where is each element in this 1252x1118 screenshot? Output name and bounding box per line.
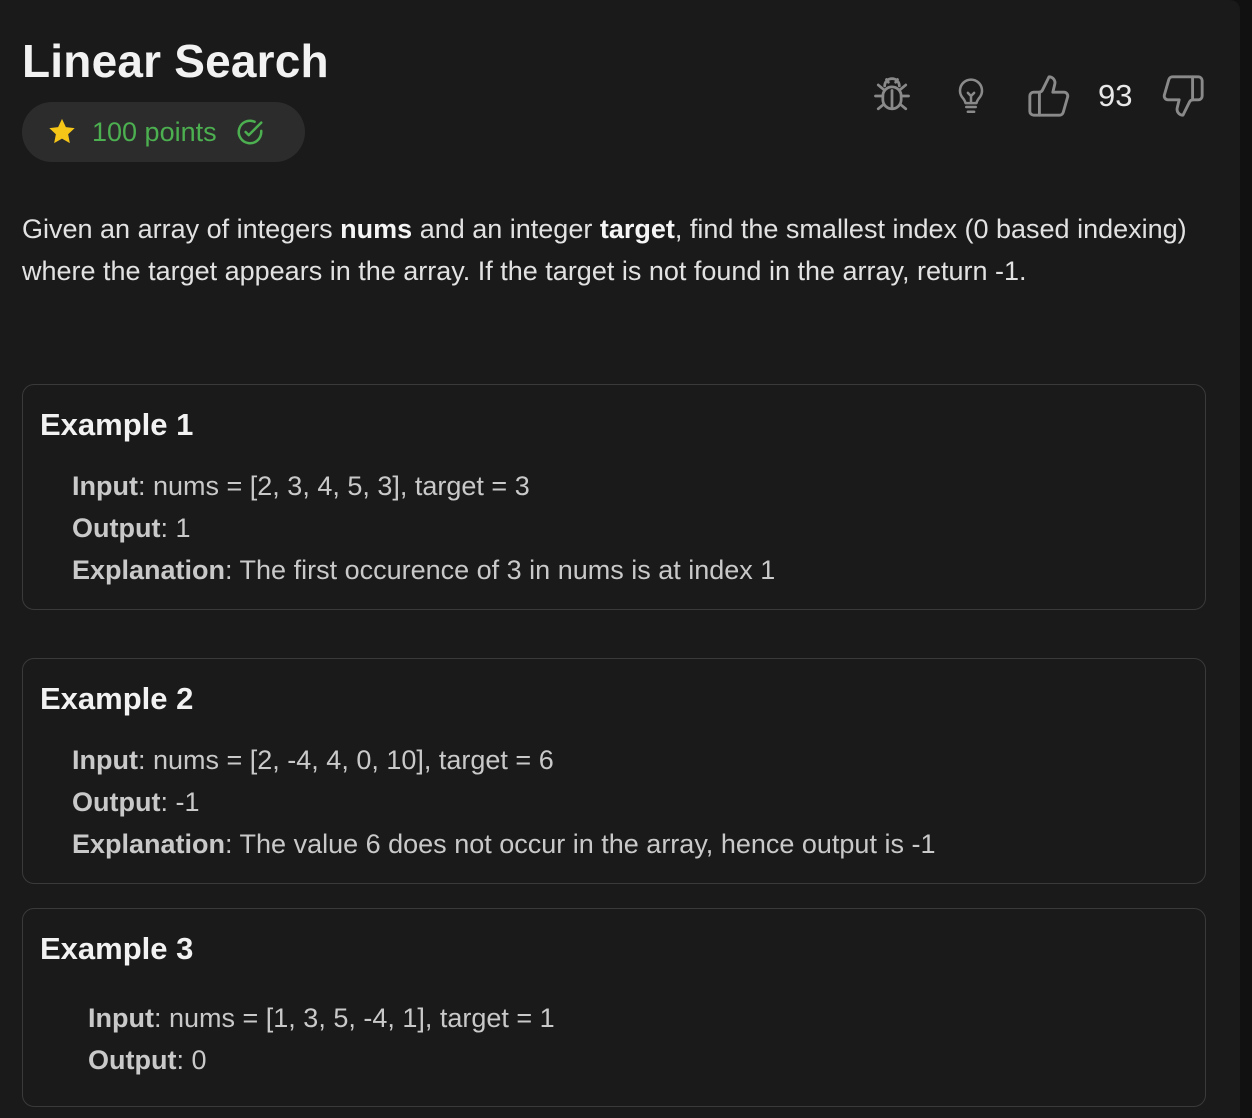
- points-label: 100 points: [92, 116, 217, 147]
- example-input: Input: nums = [2, -4, 4, 0, 10], target …: [72, 745, 554, 776]
- description-text: and an integer: [412, 214, 600, 244]
- input-value: : nums = [2, -4, 4, 0, 10], target = 6: [137, 745, 554, 775]
- input-value: : nums = [1, 3, 5, -4, 1], target = 1: [153, 1003, 555, 1033]
- example-input: Input: nums = [2, 3, 4, 5, 3], target = …: [72, 471, 530, 502]
- input-label: Input: [88, 1003, 154, 1033]
- problem-panel: Linear Search 100 points 93 Given an arr…: [0, 0, 1240, 1118]
- like-count: 93: [1098, 78, 1133, 113]
- star-icon: [49, 118, 75, 144]
- example-output: Output: 1: [72, 513, 191, 544]
- points-badge: 100 points: [22, 102, 305, 162]
- example-title: Example 1: [40, 407, 194, 442]
- example-title: Example 2: [40, 681, 194, 716]
- output-value: : -1: [160, 787, 200, 817]
- action-bar: 93: [868, 72, 1213, 120]
- input-label: Input: [72, 745, 138, 775]
- output-label: Output: [72, 787, 161, 817]
- explanation-value: : The first occurence of 3 in nums is at…: [225, 555, 776, 585]
- check-circle-icon: [237, 119, 263, 145]
- keyword-target: target: [599, 214, 675, 244]
- example-card: Example 2 Input: nums = [2, -4, 4, 0, 10…: [22, 658, 1206, 884]
- example-explanation: Explanation: The value 6 does not occur …: [72, 829, 935, 860]
- output-label: Output: [88, 1045, 177, 1075]
- output-value: : 1: [160, 513, 191, 543]
- description-text: Given an array of integers: [22, 214, 341, 244]
- output-label: Output: [72, 513, 161, 543]
- example-title: Example 3: [40, 931, 194, 966]
- example-input: Input: nums = [1, 3, 5, -4, 1], target =…: [88, 1003, 555, 1034]
- example-output: Output: 0: [88, 1045, 207, 1076]
- problem-description: Given an array of integers nums and an i…: [22, 208, 1212, 292]
- explanation-label: Explanation: [72, 555, 226, 585]
- problem-title: Linear Search: [22, 35, 329, 87]
- example-card: Example 3 Input: nums = [1, 3, 5, -4, 1]…: [22, 908, 1206, 1107]
- bug-icon[interactable]: [870, 74, 914, 118]
- explanation-value: : The value 6 does not occur in the arra…: [225, 829, 936, 859]
- thumbs-down-icon[interactable]: [1160, 72, 1206, 120]
- example-output: Output: -1: [72, 787, 199, 818]
- thumbs-up-icon[interactable]: [1026, 72, 1072, 120]
- output-value: : 0: [176, 1045, 207, 1075]
- input-value: : nums = [2, 3, 4, 5, 3], target = 3: [137, 471, 530, 501]
- lightbulb-icon[interactable]: [952, 74, 990, 118]
- example-card: Example 1 Input: nums = [2, 3, 4, 5, 3],…: [22, 384, 1206, 610]
- explanation-label: Explanation: [72, 829, 226, 859]
- input-label: Input: [72, 471, 138, 501]
- example-explanation: Explanation: The first occurence of 3 in…: [72, 555, 775, 586]
- keyword-nums: nums: [340, 214, 413, 244]
